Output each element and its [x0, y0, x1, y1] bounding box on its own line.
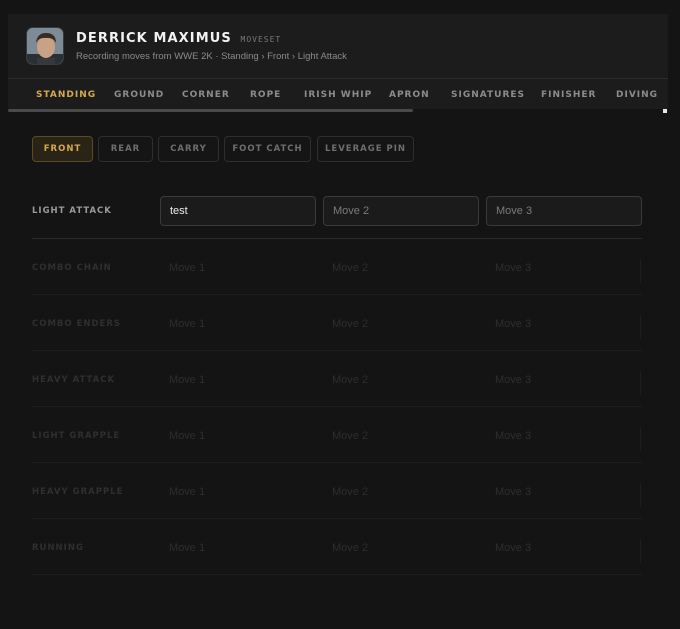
row-label: HEAVY ATTACK	[32, 375, 116, 385]
subtab-rear[interactable]: REAR	[98, 136, 153, 162]
field-edge	[640, 259, 641, 283]
move-row-running: RUNNING Move 1 Move 2 Move 3	[32, 533, 642, 589]
move-1-input[interactable]: Move 1	[160, 477, 316, 507]
moveset-badge: MOVESET	[240, 35, 282, 44]
field-edge	[640, 371, 641, 395]
move-row-heavy-attack: HEAVY ATTACK Move 1 Move 2 Move 3	[32, 365, 642, 421]
tab-finisher[interactable]: FINISHER	[541, 90, 596, 100]
move-2-input[interactable]: Move 2	[323, 309, 479, 339]
tab-apron[interactable]: APRON	[389, 90, 430, 100]
subtab-foot-catch[interactable]: FOOT CATCH	[224, 136, 311, 162]
row-label: COMBO CHAIN	[32, 263, 112, 273]
tab-diving[interactable]: DIVING	[616, 90, 658, 100]
moveset-panel: DERRICK MAXIMUS MOVESET Recording moves …	[8, 14, 668, 614]
row-divider	[32, 350, 642, 351]
field-edge	[640, 427, 641, 451]
row-label: RUNNING	[32, 543, 84, 553]
move-2-input[interactable]: Move 2	[323, 533, 479, 563]
row-label: LIGHT GRAPPLE	[32, 431, 121, 441]
move-1-input[interactable]: Move 1	[160, 421, 316, 451]
avatar	[26, 27, 64, 65]
move-row-light-grapple: LIGHT GRAPPLE Move 1 Move 2 Move 3	[32, 421, 642, 477]
move-3-input[interactable]: Move 3	[486, 365, 642, 395]
tab-irish-whip[interactable]: IRISH WHIP	[304, 90, 372, 100]
move-2-input[interactable]: Move 2	[323, 421, 479, 451]
subtab-carry[interactable]: CARRY	[158, 136, 219, 162]
move-2-input[interactable]: Move 2	[323, 196, 479, 226]
move-2-input[interactable]: Move 2	[323, 365, 479, 395]
move-3-input[interactable]: Move 3	[486, 533, 642, 563]
tab-corner[interactable]: CORNER	[182, 90, 230, 100]
field-edge	[640, 483, 641, 507]
move-1-input[interactable]: test	[160, 196, 316, 226]
move-2-input[interactable]: Move 2	[323, 477, 479, 507]
subtab-front[interactable]: FRONT	[32, 136, 93, 162]
move-3-input[interactable]: Move 3	[486, 477, 642, 507]
row-divider	[32, 518, 642, 519]
field-edge	[640, 539, 641, 563]
row-divider	[32, 462, 642, 463]
row-divider	[32, 294, 642, 295]
move-row-combo-enders: COMBO ENDERS Move 1 Move 2 Move 3	[32, 309, 642, 365]
move-1-input[interactable]: Move 1	[160, 365, 316, 395]
scroll-indicator	[663, 109, 667, 113]
header: DERRICK MAXIMUS MOVESET Recording moves …	[8, 14, 668, 78]
row-label: LIGHT ATTACK	[32, 206, 112, 216]
move-3-input[interactable]: Move 3	[486, 309, 642, 339]
wrestler-name: DERRICK MAXIMUS MOVESET	[76, 31, 281, 46]
avatar-image	[27, 28, 63, 64]
subtab-leverage-pin[interactable]: LEVERAGE PIN	[317, 136, 414, 162]
category-tabs: STANDING GROUND CORNER ROPE IRISH WHIP A…	[8, 78, 668, 112]
move-row-heavy-grapple: HEAVY GRAPPLE Move 1 Move 2 Move 3	[32, 477, 642, 533]
move-1-input[interactable]: Move 1	[160, 309, 316, 339]
tab-rope[interactable]: ROPE	[250, 90, 281, 100]
row-divider	[32, 406, 642, 407]
wrestler-name-text: DERRICK MAXIMUS	[76, 31, 232, 46]
field-edge	[640, 315, 641, 339]
row-divider	[32, 238, 642, 239]
tabs-scrollbar-thumb[interactable]	[8, 109, 413, 112]
move-1-input[interactable]: Move 1	[160, 253, 316, 283]
move-row-light-attack: LIGHT ATTACK test Move 2 Move 3	[32, 196, 642, 252]
recording-subtitle: Recording moves from WWE 2K · Standing ›…	[76, 51, 347, 62]
move-3-input[interactable]: Move 3	[486, 253, 642, 283]
move-3-input[interactable]: Move 3	[486, 196, 642, 226]
tab-standing[interactable]: STANDING	[36, 90, 96, 100]
row-label: HEAVY GRAPPLE	[32, 487, 124, 497]
move-2-input[interactable]: Move 2	[323, 253, 479, 283]
move-3-input[interactable]: Move 3	[486, 421, 642, 451]
tab-ground[interactable]: GROUND	[114, 90, 164, 100]
move-row-combo-chain: COMBO CHAIN Move 1 Move 2 Move 3	[32, 253, 642, 309]
row-label: COMBO ENDERS	[32, 319, 122, 329]
move-1-input[interactable]: Move 1	[160, 533, 316, 563]
row-divider	[32, 574, 642, 575]
tab-signatures[interactable]: SIGNATURES	[451, 90, 525, 100]
